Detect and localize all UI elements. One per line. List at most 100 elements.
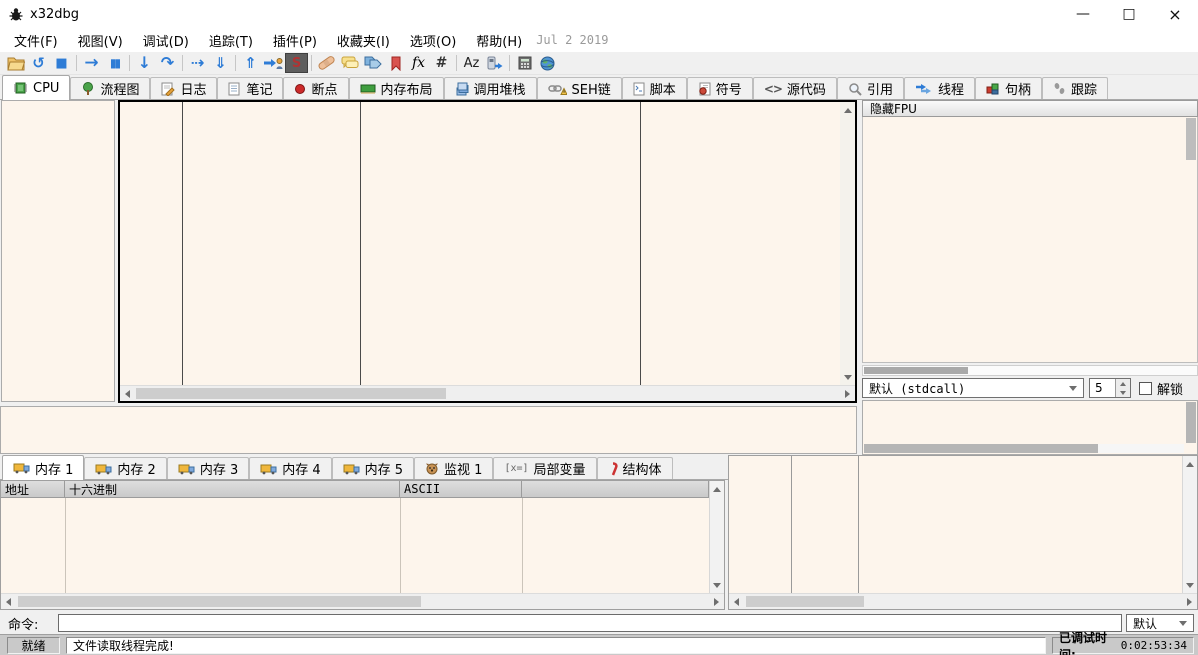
disasm-vertical-scrollbar[interactable] <box>840 102 855 385</box>
stop-icon[interactable]: ■ <box>50 53 73 73</box>
tab-dump-3[interactable]: 内存 3 <box>167 457 249 479</box>
scroll-thumb[interactable] <box>864 444 1098 453</box>
run-icon[interactable]: → <box>80 53 103 73</box>
tab-watch-1[interactable]: 监视 1 <box>414 457 493 479</box>
menu-view[interactable]: 视图(V) <box>68 28 133 53</box>
tab-script[interactable]: 脚本 <box>622 77 687 99</box>
labels-icon[interactable] <box>361 53 384 73</box>
scroll-thumb[interactable] <box>746 596 864 607</box>
unlock-checkbox[interactable] <box>1139 382 1152 395</box>
spin-down-icon[interactable] <box>1116 388 1130 397</box>
tab-symbols[interactable]: 符号 <box>687 77 753 99</box>
website-globe-icon[interactable] <box>536 53 559 73</box>
disasm-sidebar-panel[interactable] <box>1 100 115 402</box>
scroll-thumb[interactable] <box>136 388 446 399</box>
tab-locals[interactable]: [x=]局部变量 <box>493 457 596 479</box>
open-file-icon[interactable] <box>4 53 27 73</box>
dump-panel[interactable]: 地址 十六进制 ASCII <box>0 480 725 610</box>
scroll-thumb[interactable] <box>1186 402 1196 443</box>
scroll-left-icon[interactable] <box>729 594 744 609</box>
menu-options[interactable]: 选项(O) <box>400 28 466 53</box>
menu-file[interactable]: 文件(F) <box>4 28 68 53</box>
registers-panel[interactable] <box>862 117 1198 363</box>
tab-graph[interactable]: 流程图 <box>70 77 150 99</box>
maximize-button[interactable]: □ <box>1106 0 1152 28</box>
tab-seh-chain[interactable]: SEH链 <box>537 77 622 99</box>
tab-call-stack[interactable]: 调用堆栈 <box>444 77 537 99</box>
attach-icon[interactable] <box>483 53 506 73</box>
scroll-right-icon[interactable] <box>1182 594 1197 609</box>
tab-struct[interactable]: 结构体 <box>597 457 673 479</box>
tab-notes[interactable]: 笔记 <box>217 77 283 99</box>
tab-trace[interactable]: 跟踪 <box>1042 77 1108 99</box>
string-references-icon[interactable]: # <box>430 53 453 73</box>
restart-icon[interactable]: ↺ <box>27 53 50 73</box>
calculator-icon[interactable] <box>513 53 536 73</box>
step-over-icon[interactable]: ↷ <box>156 53 179 73</box>
hide-fpu-button[interactable]: 隐藏FPU <box>862 100 1198 117</box>
command-profile-select[interactable]: 默认 <box>1126 614 1194 632</box>
functions-icon[interactable]: fx <box>407 53 430 73</box>
toolbar-separator <box>456 55 457 71</box>
seh-chain-icon[interactable]: S <box>285 53 308 73</box>
stack-panel[interactable] <box>728 455 1198 610</box>
tab-dump-5[interactable]: 内存 5 <box>332 457 414 479</box>
tab-memory-map[interactable]: 内存布局 <box>349 77 444 99</box>
scroll-left-icon[interactable] <box>120 386 135 401</box>
scroll-up-icon[interactable] <box>710 484 724 494</box>
tab-handles[interactable]: 句柄 <box>975 77 1042 99</box>
comments-icon[interactable] <box>338 53 361 73</box>
close-button[interactable]: × <box>1152 0 1198 28</box>
titlebar[interactable]: x32dbg — □ × <box>0 0 1198 28</box>
minimize-button[interactable]: — <box>1060 0 1106 28</box>
menu-debug[interactable]: 调试(D) <box>133 28 199 53</box>
stack-vertical-scrollbar[interactable] <box>1182 456 1197 593</box>
tab-dump-2[interactable]: 内存 2 <box>84 457 166 479</box>
tab-threads[interactable]: 线程 <box>904 77 975 99</box>
stack-horizontal-scrollbar[interactable] <box>729 593 1197 609</box>
scroll-down-icon[interactable] <box>710 580 724 590</box>
arguments-horizontal-scrollbar[interactable] <box>864 444 1184 453</box>
tab-references[interactable]: 引用 <box>837 77 904 99</box>
patches-icon[interactable] <box>315 53 338 73</box>
calling-convention-select[interactable]: 默认 (stdcall) <box>862 378 1084 398</box>
scroll-right-icon[interactable] <box>840 386 855 401</box>
scroll-thumb[interactable] <box>1186 118 1196 160</box>
step-into-icon[interactable]: ↓ <box>133 53 156 73</box>
menu-favourites[interactable]: 收藏夹(I) <box>327 28 400 53</box>
menu-help[interactable]: 帮助(H) <box>466 28 532 53</box>
scroll-left-icon[interactable] <box>1 594 16 609</box>
menu-trace[interactable]: 追踪(T) <box>199 28 263 53</box>
pause-icon[interactable]: ▮▮ <box>103 53 126 73</box>
tab-breakpoints[interactable]: 断点 <box>283 77 348 99</box>
scroll-up-icon[interactable] <box>1183 459 1197 469</box>
arg-count-spinner[interactable]: 5 <box>1089 378 1131 398</box>
bookmarks-icon[interactable] <box>384 53 407 73</box>
scroll-thumb[interactable] <box>864 367 968 374</box>
tab-dump-4[interactable]: 内存 4 <box>249 457 331 479</box>
disassembly-panel[interactable] <box>118 100 857 403</box>
tab-dump-1[interactable]: 内存 1 <box>2 455 84 480</box>
arguments-panel[interactable] <box>862 400 1198 455</box>
execute-till-return-icon[interactable]: ⇢ <box>186 53 209 73</box>
tab-cpu[interactable]: CPU <box>2 75 70 100</box>
dump-horizontal-scrollbar[interactable] <box>1 593 724 609</box>
run-until-user-icon[interactable] <box>262 53 285 73</box>
scroll-up-icon[interactable] <box>841 105 855 115</box>
disasm-horizontal-scrollbar[interactable] <box>120 385 855 401</box>
scroll-thumb[interactable] <box>18 596 421 607</box>
tab-source[interactable]: <>源代码 <box>753 77 837 99</box>
command-input[interactable] <box>58 614 1122 632</box>
registers-horizontal-scrollbar[interactable] <box>862 365 1198 376</box>
scroll-right-icon[interactable] <box>709 594 724 609</box>
dump-vertical-scrollbar[interactable] <box>709 481 724 593</box>
run-to-user-code-icon[interactable]: ⇓ <box>209 53 232 73</box>
spin-up-icon[interactable] <box>1116 379 1130 388</box>
scroll-down-icon[interactable] <box>1183 580 1197 590</box>
step-out-icon[interactable]: ⇑ <box>239 53 262 73</box>
info-panel[interactable] <box>0 406 857 454</box>
text-case-icon[interactable]: Az <box>460 53 483 73</box>
menu-plugins[interactable]: 插件(P) <box>263 28 327 53</box>
tab-log[interactable]: 日志 <box>150 77 217 99</box>
scroll-down-icon[interactable] <box>841 372 855 382</box>
